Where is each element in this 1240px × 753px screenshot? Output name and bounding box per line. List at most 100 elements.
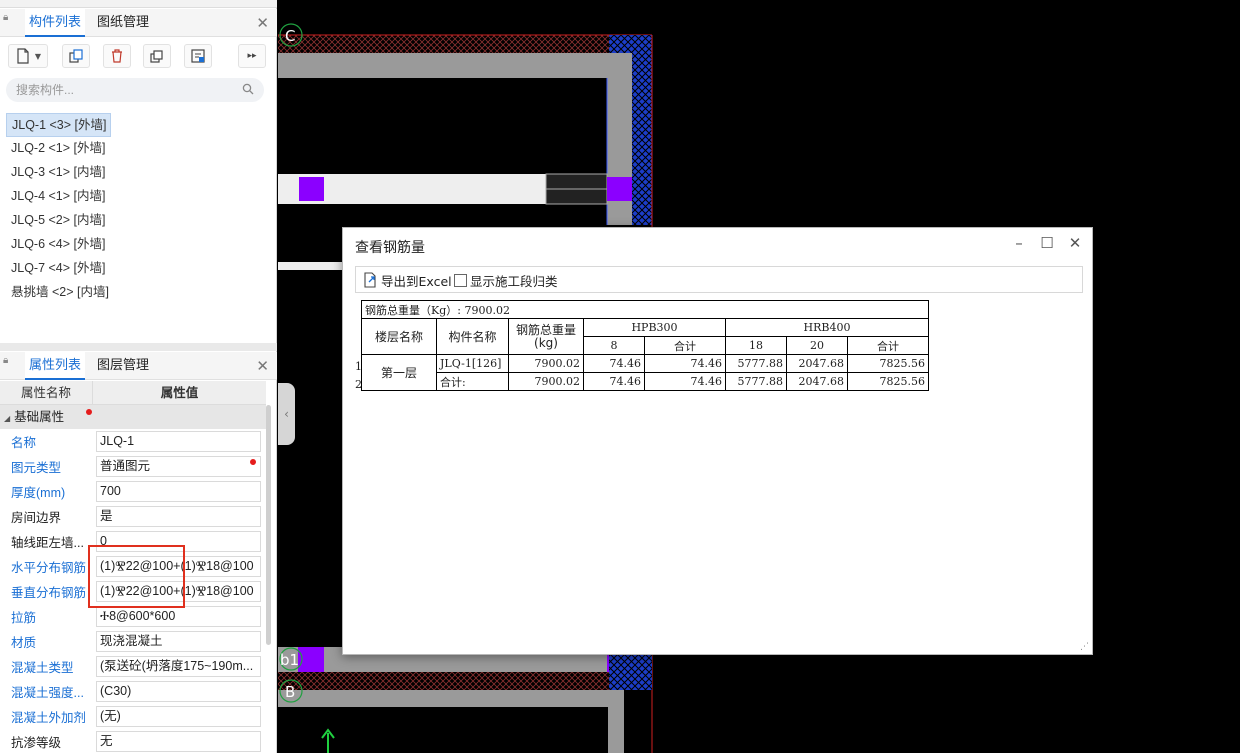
table-row: 第一层 JLQ-1[126] 7900.02 74.46 74.46 5777.… <box>361 354 929 391</box>
list-item[interactable]: JLQ-1 <3> [外墙] <box>6 113 112 137</box>
lock-icon[interactable]: 🔒︎ <box>3 13 13 33</box>
component-cell: 合计: <box>436 372 509 391</box>
property-value[interactable]: (1)Ⰺ22@100+(1)Ⰺ18@100 <box>96 556 261 577</box>
property-scrollbar[interactable] <box>266 405 271 645</box>
property-name: 材质 <box>11 636 37 650</box>
property-group[interactable]: ◢ 基础属性 <box>0 405 266 429</box>
minimize-icon[interactable]: – <box>1009 234 1029 252</box>
collapse-arrow-icon: ◢ <box>4 414 11 423</box>
property-name: 拉筋 <box>11 611 37 625</box>
rebar-table: 钢筋总重量（Kg）: 7900.02 楼层名称 构件名称 钢筋总重量(kg) H… <box>361 300 929 391</box>
more-arrow-icon: ▸▸ <box>247 51 257 61</box>
wall-hatch <box>278 35 610 53</box>
export-excel-button[interactable]: 导出到Excel <box>362 271 452 289</box>
property-value[interactable]: Ⰰ8@600*600 <box>96 606 261 627</box>
ucs-icon <box>321 728 335 753</box>
more-button[interactable]: ▸▸ <box>238 44 266 68</box>
component-cell: JLQ-1[126] <box>436 354 509 373</box>
delete-button[interactable] <box>103 44 131 68</box>
property-value[interactable]: JLQ-1 <box>96 431 261 452</box>
show-segment-checkbox[interactable]: 显示施工段归类 <box>454 271 558 289</box>
export-icon <box>364 272 376 288</box>
property-value[interactable]: (泵送砼(坍落度175~190m... <box>96 656 261 677</box>
value-cell: 74.46 <box>583 354 645 373</box>
resize-grip-icon[interactable]: ⋰ <box>1080 642 1090 652</box>
tab-drawing-management[interactable]: 图纸管理 <box>93 9 153 37</box>
duplicate-button[interactable] <box>143 44 171 68</box>
property-row: 抗渗等级 无 <box>0 729 266 753</box>
close-icon[interactable]: ✕ <box>1065 234 1085 252</box>
property-value[interactable]: 无 <box>96 731 261 752</box>
property-name: 垂直分布钢筋 <box>11 586 87 600</box>
search-box <box>6 78 264 102</box>
value-cell: 2047.68 <box>786 354 848 373</box>
axis-label: C <box>285 27 295 45</box>
property-header: 属性名称 属性值 <box>0 381 266 405</box>
component-list: JLQ-1 <3> [外墙] JLQ-2 <1> [外墙] JLQ-3 <1> … <box>6 113 266 305</box>
property-value[interactable]: (C30) <box>96 681 261 702</box>
collapse-panel-button[interactable]: ‹ <box>278 383 295 445</box>
property-value[interactable]: 现浇混凝土 <box>96 631 261 652</box>
tab-layer-management[interactable]: 图层管理 <box>93 352 153 380</box>
property-row: 轴线距左墙... 0 <box>0 529 266 554</box>
maximize-icon[interactable]: ☐ <box>1037 234 1057 252</box>
wall <box>278 53 632 78</box>
property-value[interactable]: 0 <box>96 531 261 552</box>
list-item[interactable]: 悬挑墙 <2> [内墙] <box>6 281 266 305</box>
new-component-button[interactable]: ▼ <box>8 44 48 68</box>
list-item[interactable]: JLQ-5 <2> [内墙] <box>6 209 266 233</box>
value-cell: 5777.88 <box>725 372 787 391</box>
list-item[interactable]: JLQ-3 <1> [内墙] <box>6 161 266 185</box>
component-toolbar: ▼ ▸▸ <box>0 38 277 74</box>
close-icon[interactable]: ✕ <box>256 14 269 32</box>
lock-icon[interactable]: 🔒︎ <box>3 356 13 376</box>
property-name: 混凝土强度... <box>11 686 84 700</box>
list-item[interactable]: JLQ-7 <4> [外墙] <box>6 257 266 281</box>
axis-label: b1 <box>280 651 299 669</box>
property-row: 水平分布钢筋 (1)Ⰺ22@100+(1)Ⰺ18@100 <box>0 554 266 579</box>
header-subtotal: 合计 <box>847 336 929 355</box>
list-item[interactable]: JLQ-2 <1> [外墙] <box>6 137 266 161</box>
property-name: 图元类型 <box>11 461 62 475</box>
property-value[interactable]: (1)Ⰺ22@100+(1)Ⰺ18@100 <box>96 581 261 602</box>
property-name: 厚度(mm) <box>11 486 66 500</box>
property-value[interactable]: 700 <box>96 481 261 502</box>
property-panel-tabs: 🔒︎ 属性列表 图层管理 ✕ <box>0 352 277 380</box>
trash-icon <box>112 49 122 63</box>
panel-divider[interactable] <box>0 343 277 351</box>
value-cell: 74.46 <box>583 372 645 391</box>
list-item[interactable]: JLQ-6 <4> [外墙] <box>6 233 266 257</box>
checkbox-label: 显示施工段归类 <box>470 273 558 289</box>
rebar-marker <box>299 177 324 201</box>
total-cell: 7900.02 <box>508 354 584 373</box>
floor-copy-button[interactable] <box>184 44 212 68</box>
property-value-header: 属性值 <box>160 385 199 400</box>
property-name: 房间边界 <box>11 511 62 525</box>
property-value[interactable]: (无) <box>96 706 261 727</box>
header-d8: 8 <box>583 336 645 355</box>
header-d20: 20 <box>786 336 848 355</box>
property-row: 厚度(mm) 700 <box>0 479 266 504</box>
search-input[interactable] <box>16 81 236 99</box>
layers-icon <box>150 50 163 63</box>
export-label: 导出到Excel <box>381 273 452 289</box>
property-value[interactable]: 是 <box>96 506 261 527</box>
value-cell: 2047.68 <box>786 372 848 391</box>
total-cell: 7900.02 <box>508 372 584 391</box>
property-row: 混凝土强度... (C30) <box>0 679 266 704</box>
property-name: 混凝土外加剂 <box>11 711 87 725</box>
checkbox-box[interactable] <box>454 273 467 287</box>
property-value[interactable]: 普通图元 <box>96 456 261 477</box>
property-row: 垂直分布钢筋 (1)Ⰺ22@100+(1)Ⰺ18@100 <box>0 579 266 604</box>
tab-component-list[interactable]: 构件列表 <box>25 9 86 37</box>
required-dot <box>86 409 92 415</box>
list-item[interactable]: JLQ-4 <1> [内墙] <box>6 185 266 209</box>
search-icon[interactable] <box>242 83 254 95</box>
copy-button[interactable] <box>62 44 90 68</box>
dialog-toolbar: 导出到Excel 显示施工段归类 <box>355 266 1083 293</box>
value-cell: 7825.56 <box>847 372 929 391</box>
property-name: 混凝土类型 <box>11 661 74 675</box>
close-icon[interactable]: ✕ <box>256 357 269 375</box>
header-d18: 18 <box>725 336 787 355</box>
tab-property-list[interactable]: 属性列表 <box>25 352 86 380</box>
